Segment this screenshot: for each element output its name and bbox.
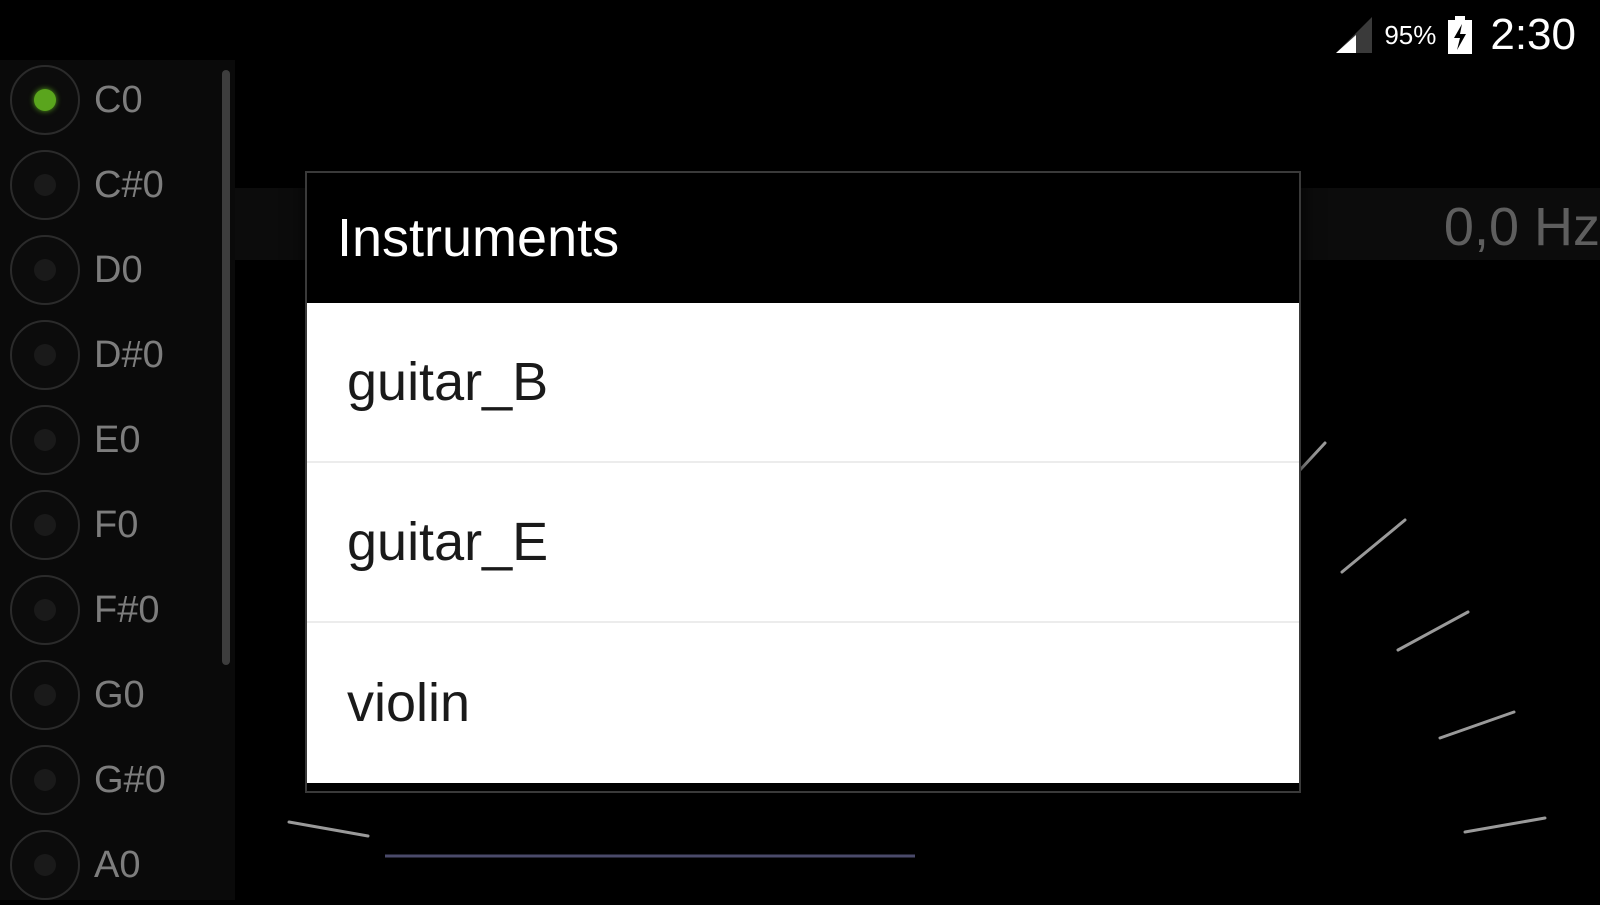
- note-item-a0[interactable]: A0: [10, 825, 220, 905]
- note-label: C0: [94, 78, 143, 121]
- note-indicator: [10, 150, 80, 220]
- note-label: C#0: [94, 163, 164, 206]
- note-label: F0: [94, 503, 139, 546]
- note-indicator-dot: [34, 769, 56, 791]
- note-indicator-dot: [34, 344, 56, 366]
- instrument-item-violin[interactable]: violin: [307, 623, 1299, 783]
- note-item-gsharp0[interactable]: G#0: [10, 740, 220, 820]
- note-item-fsharp0[interactable]: F#0: [10, 570, 220, 650]
- note-item-g0[interactable]: G0: [10, 655, 220, 735]
- dial-tick: [1463, 816, 1547, 834]
- dial-tick: [1298, 441, 1327, 472]
- note-indicator: [10, 405, 80, 475]
- dial-tick: [1438, 710, 1516, 740]
- note-indicator-dot: [34, 89, 56, 111]
- note-item-dsharp0[interactable]: D#0: [10, 315, 220, 395]
- note-label: G0: [94, 673, 145, 716]
- instrument-item-guitar-b[interactable]: guitar_B: [307, 303, 1299, 463]
- note-indicator-dot: [34, 259, 56, 281]
- note-indicator: [10, 830, 80, 900]
- dial-tick: [1340, 518, 1407, 574]
- dialog-title: Instruments: [337, 208, 620, 268]
- note-indicator-dot: [34, 429, 56, 451]
- instrument-item-guitar-e[interactable]: guitar_E: [307, 463, 1299, 623]
- note-indicator: [10, 490, 80, 560]
- note-item-csharp0[interactable]: C#0: [10, 145, 220, 225]
- note-label: D0: [94, 248, 143, 291]
- note-item-c0[interactable]: C0: [10, 60, 220, 140]
- note-indicator: [10, 320, 80, 390]
- note-list-scrollbar[interactable]: [222, 70, 230, 665]
- note-indicator: [10, 65, 80, 135]
- note-indicator: [10, 660, 80, 730]
- note-list[interactable]: C0 C#0 D0 D#0 E0 F0 F#0 G0 G#0 A0: [0, 60, 235, 900]
- note-item-d0[interactable]: D0: [10, 230, 220, 310]
- note-indicator: [10, 235, 80, 305]
- note-indicator-dot: [34, 514, 56, 536]
- dial-tick: [1396, 610, 1470, 652]
- instrument-list: guitar_B guitar_E violin: [307, 303, 1299, 783]
- note-label: G#0: [94, 758, 166, 801]
- note-indicator-dot: [34, 599, 56, 621]
- note-indicator: [10, 575, 80, 645]
- note-label: A0: [94, 843, 141, 886]
- note-item-f0[interactable]: F0: [10, 485, 220, 565]
- instruments-dialog: Instruments guitar_B guitar_E violin: [305, 171, 1301, 793]
- note-indicator-dot: [34, 174, 56, 196]
- note-label: D#0: [94, 333, 164, 376]
- note-label: F#0: [94, 588, 160, 631]
- note-label: E0: [94, 418, 141, 461]
- note-indicator-dot: [34, 854, 56, 876]
- dial-tick: [287, 820, 370, 838]
- note-item-e0[interactable]: E0: [10, 400, 220, 480]
- note-indicator: [10, 745, 80, 815]
- note-indicator-dot: [34, 684, 56, 706]
